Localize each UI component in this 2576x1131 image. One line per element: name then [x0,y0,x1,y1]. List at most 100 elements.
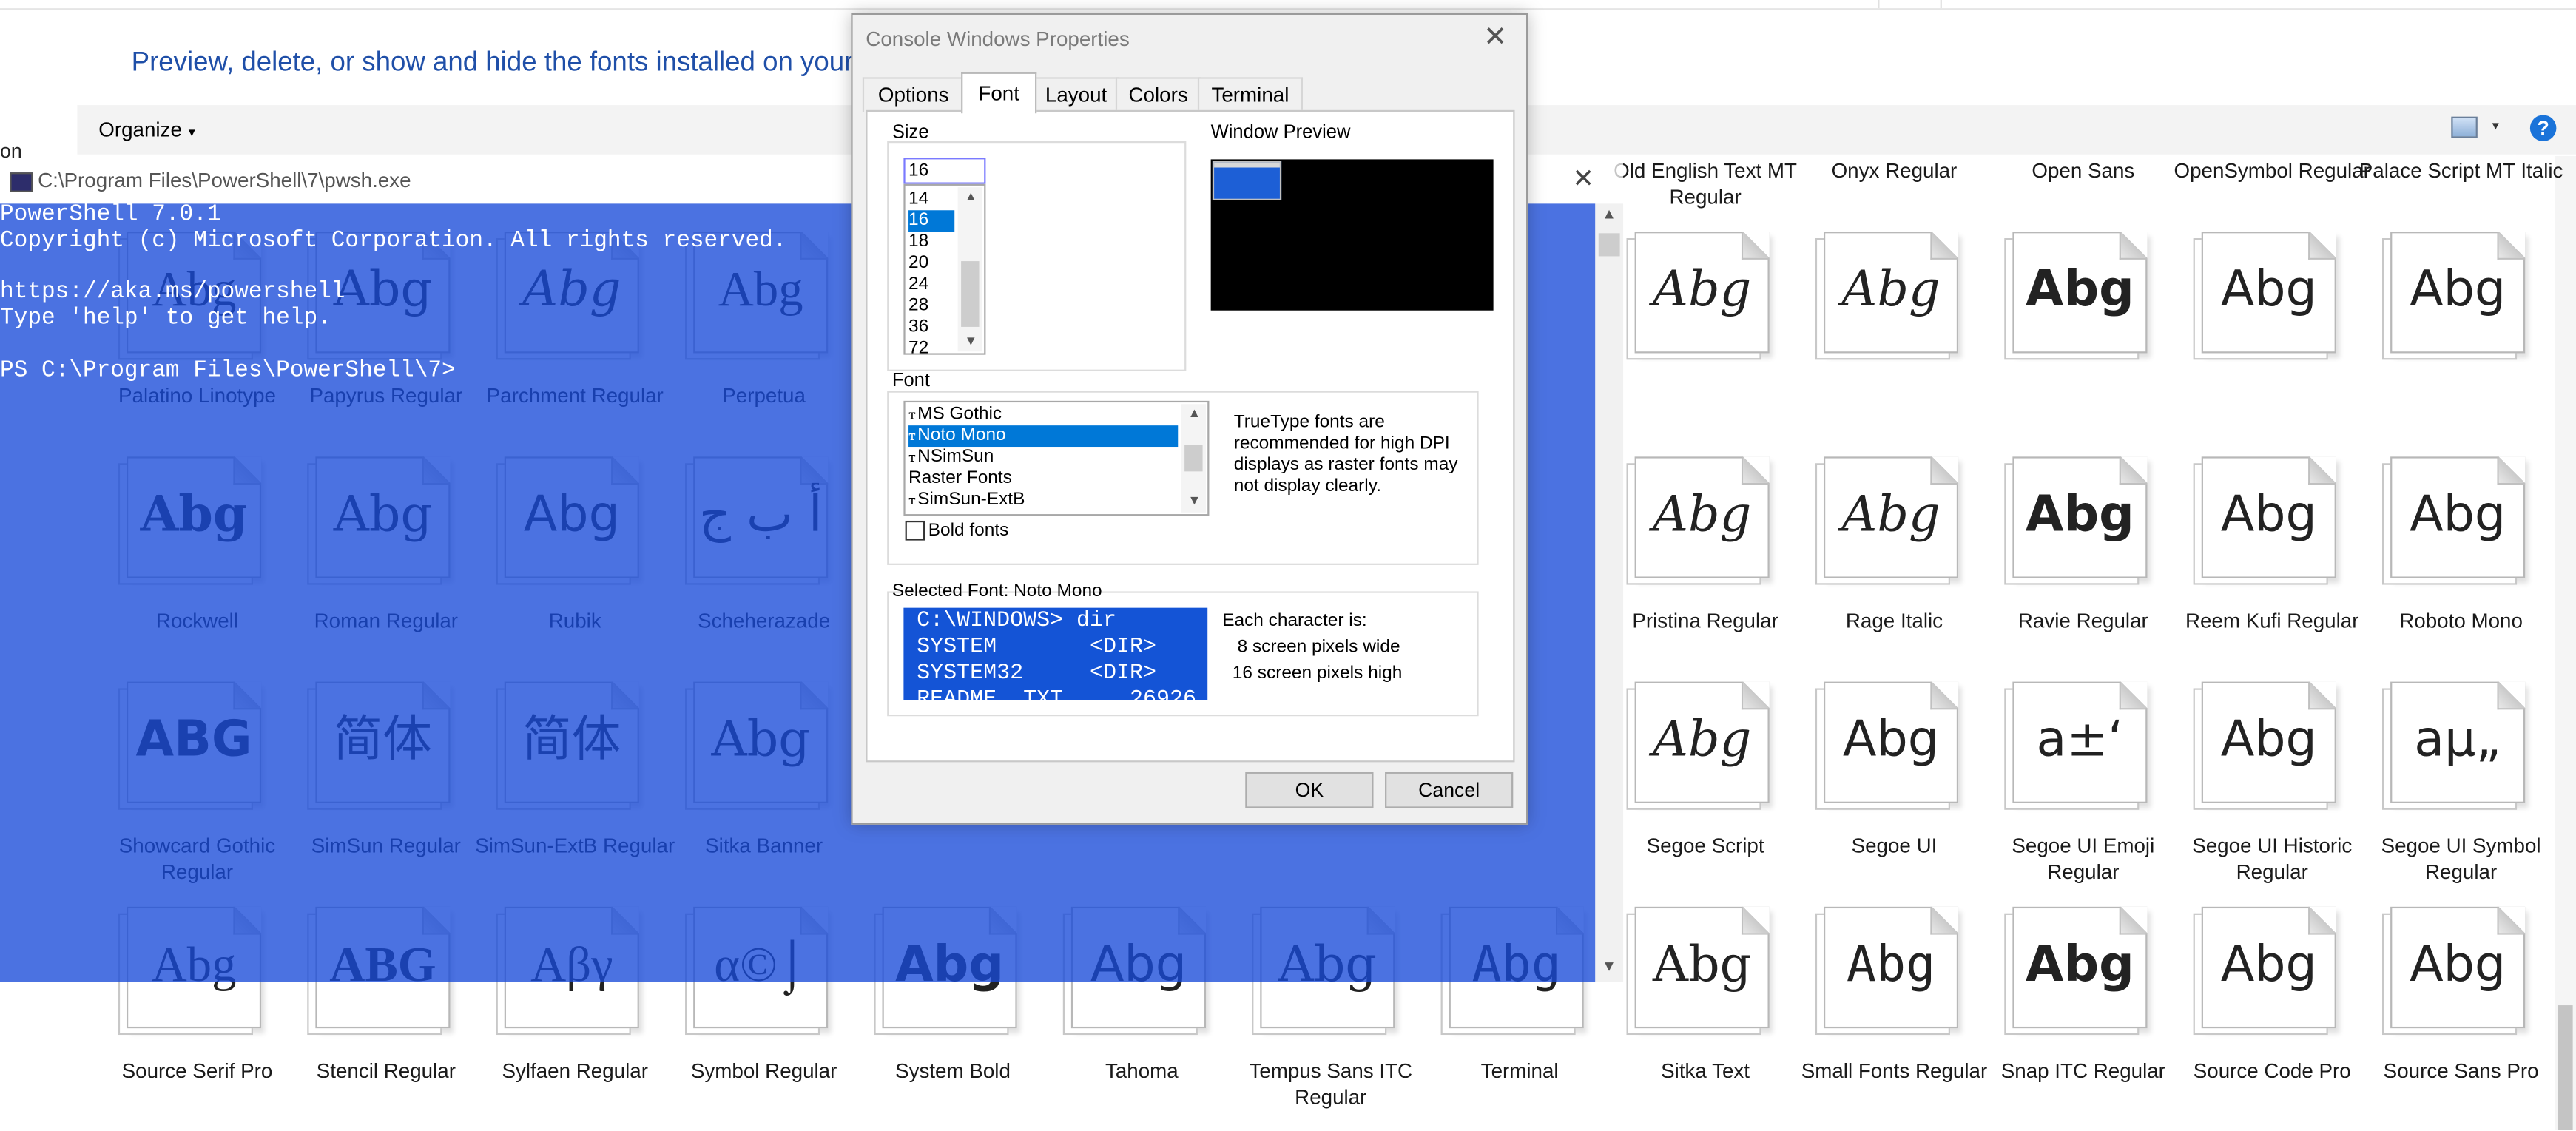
tab-terminal[interactable]: Terminal [1197,77,1304,112]
font-sample-text: Abg [1652,261,1752,319]
font-tile[interactable]: Abg Open Sans [1993,159,2174,432]
font-tile[interactable]: Abg Segoe Script [1615,669,1796,882]
font-sample-text: Abg [2220,486,2317,544]
close-icon[interactable]: ✕ [1572,163,1594,195]
organize-label: Organize [98,118,182,141]
font-tile-name: Old English Text MT Regular [1614,159,1798,209]
desktop: Preview, delete, or show and hide the fo… [0,0,2576,1130]
font-label: Font [891,371,930,391]
font-tile-name: Terminal [1480,1059,1559,1083]
font-tile-name: Tempus Sans ITC Regular [1249,1059,1413,1109]
size-listbox[interactable]: 14 16 18 20 24 28 36 72 ▲ ▼ [903,183,986,358]
font-tile[interactable]: Abg Palace Script MT Italic [2359,159,2563,432]
font-tile[interactable]: Abg Rage Italic [1804,444,1984,658]
font-option[interactable]: ᴛ MS Gothic [908,404,1178,425]
size-option[interactable]: 16 [908,210,955,232]
font-tile-name: Onyx Regular [1831,159,1958,183]
size-option[interactable]: 14 [908,189,954,210]
font-option-label: SimSun-ExtB [917,489,1025,510]
font-tile-name: Segoe Script [1646,834,1764,858]
font-sample-text: Abg [1652,936,1752,994]
font-tile-name: Palace Script MT Italic [2358,159,2563,183]
each-char-label: Each character is: [1222,611,1367,631]
close-icon[interactable]: ✕ [1483,21,1507,54]
font-tile[interactable]: aµ„ Segoe UI Symbol Regular [2370,669,2551,884]
font-tile[interactable]: Abg Reem Kufi Regular [2182,444,2362,658]
font-tile-name: Open Sans [2032,159,2135,183]
ok-button[interactable]: OK [1245,772,1374,808]
tab-colors[interactable]: Colors [1115,77,1201,112]
tab-options[interactable]: Options [862,77,965,112]
font-tile-name: Ravie Regular [2017,609,2148,632]
font-tile-name: Segoe UI Symbol Regular [2381,834,2541,884]
font-tile-name: Segoe UI [1851,834,1938,858]
scroll-down-icon[interactable]: ▼ [1188,493,1201,507]
font-tile-name: OpenSymbol Regular [2174,159,2370,183]
size-option[interactable]: 20 [908,253,954,274]
scroll-up-icon[interactable]: ▲ [1188,406,1201,421]
view-options-icon[interactable] [2451,116,2478,138]
tab-layout[interactable]: Layout [1033,77,1119,112]
help-icon[interactable]: ? [2529,115,2557,141]
font-scrollbar-thumb[interactable] [1184,445,1203,472]
font-listbox[interactable]: ᴛ MS Gothic ᴛ Noto Mono ᴛ NSimSun Raster Fonts… [903,400,1210,516]
scroll-up-icon[interactable]: ▲ [1602,206,1616,222]
font-tile-name: Tahoma [1105,1059,1179,1083]
font-option[interactable]: Raster Fonts [908,468,1178,490]
window-preview-label: Window Preview [1210,123,1351,144]
console-scrollbar-thumb[interactable] [1598,233,1620,257]
powershell-icon [10,172,33,192]
font-tile-name: Sylfaen Regular [502,1059,648,1083]
font-option[interactable]: ᴛ SimSun-ExtB [908,490,1178,511]
font-tile-name: Segoe UI Emoji Regular [2012,834,2155,884]
font-tile[interactable]: Abg Source Sans Pro [2370,894,2551,1107]
console-scrollbar[interactable] [1595,203,1624,982]
font-tile-name: Small Fonts Regular [1801,1059,1988,1083]
font-tile[interactable]: Abg Onyx Regular [1804,159,1984,432]
size-scrollbar-thumb[interactable] [961,261,980,327]
font-tile[interactable]: Abg Roboto Mono [2370,444,2551,658]
font-sample-text: aµ„ [2414,711,2502,769]
font-option[interactable]: ᴛ Noto Mono [908,425,1179,448]
font-option[interactable]: ᴛ NSimSun [908,447,1178,468]
font-sample-text: Abg [1842,711,1940,769]
chevron-down-icon[interactable]: ▾ [2492,118,2499,133]
truetype-icon: ᴛ [908,493,916,508]
fonts-scrollbar[interactable] [2555,155,2576,1130]
font-tile[interactable]: Abg Source Code Pro [2182,894,2362,1107]
cancel-button[interactable]: Cancel [1385,772,1514,808]
size-option[interactable]: 24 [908,274,954,296]
font-sample-text: Abg [2025,261,2134,319]
scroll-down-icon[interactable]: ▼ [965,334,978,348]
font-tile[interactable]: Abg Ravie Regular [1993,444,2174,658]
font-tile-name: Source Code Pro [2193,1059,2351,1083]
font-tile[interactable]: Abg Segoe UI Historic Regular [2182,669,2362,884]
char-height: 16 screen pixels high [1232,664,1403,683]
font-tile-name: Source Sans Pro [2383,1059,2539,1083]
size-option[interactable]: 36 [908,317,954,339]
size-option[interactable]: 28 [908,296,954,317]
size-option[interactable]: 18 [908,232,954,253]
window-preview [1210,159,1494,311]
scroll-down-icon[interactable]: ▼ [1602,958,1616,974]
organize-button[interactable]: Organize ▾ [98,118,195,141]
font-tile[interactable]: Abg OpenSymbol Regular [2174,159,2370,432]
font-tile[interactable]: Abg Segoe UI [1804,669,1984,882]
font-tile[interactable]: a±ʻ Segoe UI Emoji Regular [1993,669,2174,884]
tab-font[interactable]: Font [961,72,1037,114]
bold-fonts-checkbox[interactable] [905,520,925,541]
font-tile[interactable]: Abg Small Fonts Regular [1801,894,1987,1107]
font-tile[interactable]: Abg Sitka Text [1615,894,1796,1107]
font-option-label: NSimSun [917,447,994,467]
font-tile[interactable]: Abg Pristina Regular [1615,444,1796,658]
scroll-up-icon[interactable]: ▲ [965,189,978,203]
font-sample-text: Abg [2410,486,2506,544]
truetype-icon: ᴛ [908,450,916,465]
font-sample-text: Abg [2410,936,2506,994]
bold-fonts-label[interactable]: Bold fonts [928,521,1009,541]
font-tile[interactable]: Abg Old English Text MT Regular [1614,159,1797,432]
font-tile-name: Reem Kufi Regular [2185,609,2359,632]
size-option[interactable]: 72 [908,338,954,359]
font-tile[interactable]: Abg Snap ITC Regular [1993,894,2174,1107]
size-input[interactable]: 16 [903,158,986,184]
